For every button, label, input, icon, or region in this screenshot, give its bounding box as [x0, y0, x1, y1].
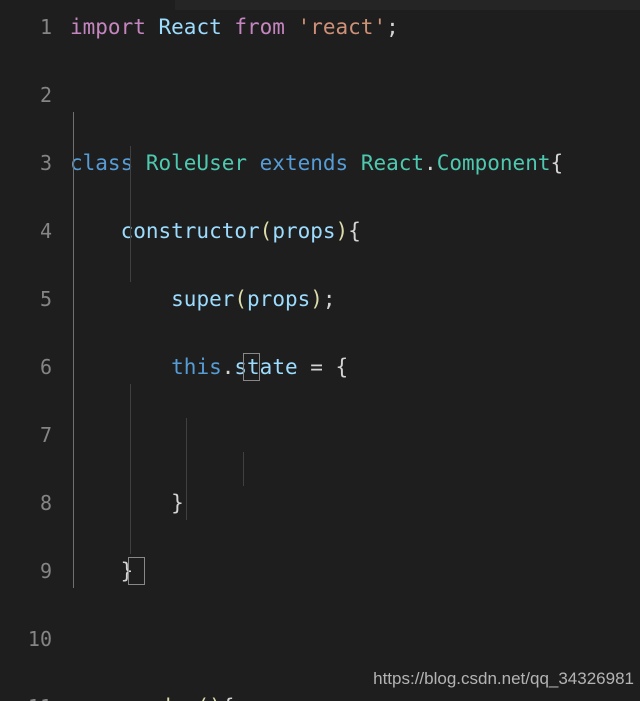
line-content[interactable]: } — [70, 554, 134, 588]
code-token: state — [234, 355, 311, 379]
code-token: { — [348, 219, 361, 243]
code-token: props — [247, 287, 311, 311]
code-line[interactable]: 6 this.state = { — [0, 350, 640, 384]
code-line[interactable]: 3 class RoleUser extends React.Component{ — [0, 146, 640, 180]
indent-guide — [243, 452, 244, 486]
code-token: ; — [386, 15, 399, 39]
line-number[interactable]: 9 — [0, 554, 52, 588]
line-number[interactable]: 7 — [0, 418, 52, 452]
code-token: { — [550, 151, 564, 175]
line-content[interactable]: this.state = { — [70, 350, 348, 384]
code-line[interactable]: 4 constructor(props){ — [0, 214, 640, 248]
code-lines[interactable]: 1 import React from 'react'; 2 3 class RoleU… — [0, 10, 640, 701]
code-line[interactable]: 1 import React from 'react'; — [0, 10, 640, 44]
line-number[interactable]: 3 — [0, 146, 52, 180]
code-token: } — [120, 559, 134, 583]
code-line[interactable]: 9 } — [0, 554, 640, 588]
code-token: . — [221, 355, 235, 379]
code-token: from — [234, 15, 298, 39]
line-number[interactable]: 8 — [0, 486, 52, 520]
code-token: constructor — [120, 219, 260, 243]
indent-guide — [130, 384, 131, 554]
code-line[interactable]: 5 super(props); — [0, 282, 640, 316]
code-token: () — [196, 695, 221, 701]
editor-top-strip — [175, 0, 640, 10]
code-token: this — [171, 355, 222, 379]
code-token: ( — [259, 219, 273, 243]
code-token: = — [310, 355, 336, 379]
line-number[interactable]: 6 — [0, 350, 52, 384]
code-token: 'react' — [297, 15, 387, 39]
code-token: { — [335, 355, 349, 379]
indent-guide — [186, 418, 187, 520]
line-number[interactable]: 10 — [0, 622, 52, 656]
line-content[interactable]: render(){ — [70, 690, 235, 701]
code-token: render — [121, 695, 197, 701]
code-token: ; — [322, 287, 336, 311]
code-token: { — [222, 695, 235, 701]
line-number[interactable]: 1 — [0, 10, 52, 44]
code-line[interactable]: 11 render(){ — [0, 690, 640, 701]
line-content[interactable]: class RoleUser extends React.Component{ — [70, 146, 563, 180]
code-token: React — [360, 151, 425, 175]
code-line[interactable]: 2 — [0, 78, 640, 112]
code-token: ( — [234, 287, 248, 311]
watermark-url: https://blog.csdn.net/qq_34326981 — [373, 669, 634, 688]
code-token: ) — [310, 287, 323, 311]
code-token: RoleUser — [145, 151, 260, 175]
line-number[interactable]: 11 — [0, 690, 52, 701]
line-number[interactable]: 2 — [0, 78, 52, 112]
indent-guide — [73, 112, 74, 588]
code-token: Component — [436, 151, 551, 175]
code-line[interactable]: 8 } — [0, 486, 640, 520]
line-number[interactable]: 4 — [0, 214, 52, 248]
line-content[interactable]: constructor(props){ — [70, 214, 361, 248]
line-number[interactable]: 5 — [0, 282, 52, 316]
code-editor[interactable]: 1 import React from 'react'; 2 3 class RoleU… — [0, 0, 640, 701]
code-token: } — [171, 491, 184, 515]
code-token: super — [171, 287, 235, 311]
code-token: ) — [335, 219, 349, 243]
code-token: props — [272, 219, 336, 243]
code-line[interactable]: 7 — [0, 418, 640, 452]
code-token: class — [70, 151, 146, 175]
code-line[interactable]: 10 — [0, 622, 640, 656]
code-token: . — [424, 151, 437, 175]
code-token: import — [70, 15, 159, 39]
code-surface[interactable]: 1 import React from 'react'; 2 3 class RoleU… — [0, 10, 640, 701]
line-content[interactable]: super(props); — [70, 282, 336, 316]
code-token: React — [158, 15, 235, 39]
line-content[interactable]: } — [70, 486, 184, 520]
code-token: extends — [259, 151, 361, 175]
indent-guide — [130, 146, 131, 282]
line-content[interactable]: import React from 'react'; — [70, 10, 399, 44]
